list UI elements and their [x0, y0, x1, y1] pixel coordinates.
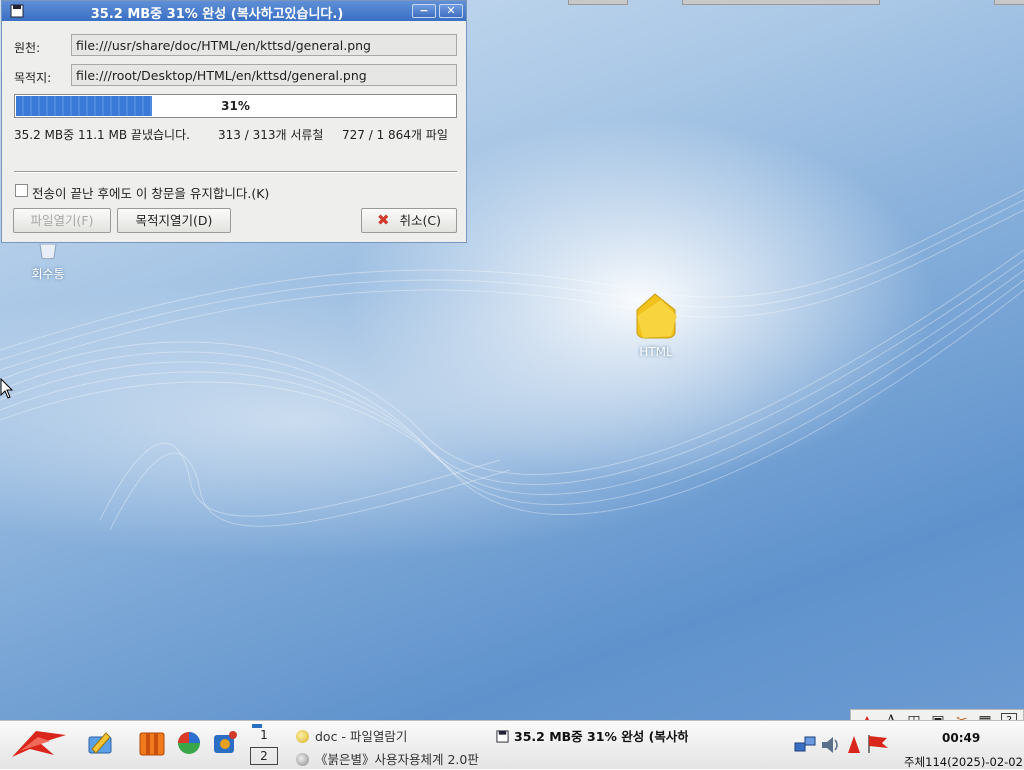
file-manager-icon	[296, 730, 309, 743]
dialog-titlebar[interactable]: 35.2 MB중 31% 완성 (복사하고있습니다.) − ✕	[2, 1, 466, 22]
trash-icon	[39, 243, 57, 260]
source-label: 원천:	[14, 41, 41, 55]
redstar-menu-icon[interactable]	[10, 727, 68, 761]
folder-status: 313 / 313개 서류철	[218, 128, 324, 142]
clock[interactable]: 00:49	[942, 731, 980, 745]
browser-icon[interactable]	[175, 729, 203, 757]
task-copy-progress[interactable]: 35.2 MB중 31% 완성 (복사하	[496, 726, 688, 745]
task-system[interactable]: 《붉은별》사용자용체계 2.0판	[296, 749, 479, 768]
cancel-button-label: 취소(C)	[399, 213, 442, 228]
destination-path-field[interactable]: file:///root/Desktop/HTML/en/kttsd/gener…	[71, 64, 457, 86]
desktop-icon-label: HTML	[639, 345, 673, 359]
file-status: 727 / 1 864개 파일	[342, 128, 448, 142]
minimize-button[interactable]: −	[412, 4, 436, 18]
desktop-2-button[interactable]: 2	[250, 747, 278, 765]
close-button[interactable]: ✕	[439, 4, 463, 18]
keep-open-checkbox[interactable]	[15, 184, 28, 197]
editor-icon[interactable]	[86, 729, 114, 757]
desktop-icon-html-folder[interactable]: HTML	[626, 292, 686, 359]
separator	[14, 171, 457, 173]
progress-percent: 31%	[221, 99, 250, 113]
copy-progress-icon	[496, 730, 509, 743]
cancel-icon: ✖	[376, 211, 390, 229]
destination-label: 목적지:	[14, 71, 52, 85]
task-file-manager[interactable]: doc - 파일열람기	[296, 726, 407, 745]
background-window-edge	[994, 0, 1024, 5]
mouse-cursor-icon	[0, 378, 14, 399]
system-icon	[296, 753, 309, 766]
background-window-edge	[682, 0, 880, 5]
task-label: 35.2 MB중 31% 완성 (복사하	[514, 729, 688, 744]
desktop-1-button[interactable]: 1	[250, 724, 278, 742]
task-label: doc - 파일열람기	[315, 729, 408, 744]
office-icon[interactable]	[138, 729, 166, 757]
media-icon[interactable]	[211, 729, 239, 757]
redstar-status-icon[interactable]	[846, 735, 862, 755]
cancel-button[interactable]: ✖ 취소(C)	[361, 208, 457, 233]
dialog-title: 35.2 MB중 31% 완성 (복사하고있습니다.)	[90, 7, 344, 22]
source-path-field[interactable]: file:///usr/share/doc/HTML/en/kttsd/gene…	[71, 34, 457, 56]
network-icon[interactable]	[794, 735, 816, 755]
keep-open-label[interactable]: 전송이 끝난 후에도 이 창문을 유지합니다.(K)	[32, 183, 269, 202]
flag-icon[interactable]	[866, 733, 890, 755]
copy-progress-dialog[interactable]: 35.2 MB중 31% 완성 (복사하고있습니다.) − ✕ 원천: file…	[1, 0, 467, 243]
size-status: 35.2 MB중 11.1 MB 끝냈습니다.	[14, 128, 190, 142]
taskbar: 1 2 doc - 파일열람기 《붉은별》사용자용체계 2.0판 35.2 MB…	[0, 720, 1024, 769]
background-window-edge	[568, 0, 628, 5]
open-file-button[interactable]: 파일열기(F)	[13, 208, 111, 233]
desktop-icon-label: 회수통	[31, 267, 65, 281]
folder-icon	[636, 293, 677, 339]
copy-progress-bar: 31%	[14, 94, 457, 118]
task-label: 《붉은별》사용자용체계 2.0판	[315, 752, 479, 767]
desktop[interactable]: 회수통 HTML 35.2 MB중 31% 완성 (복사하고있습니다.) − ✕…	[0, 0, 1024, 720]
volume-icon[interactable]	[820, 734, 840, 756]
open-destination-button[interactable]: 목적지열기(D)	[117, 208, 231, 233]
desktop-icon-trash[interactable]: 회수통	[26, 243, 70, 282]
desktop-1-label: 1	[260, 728, 268, 742]
